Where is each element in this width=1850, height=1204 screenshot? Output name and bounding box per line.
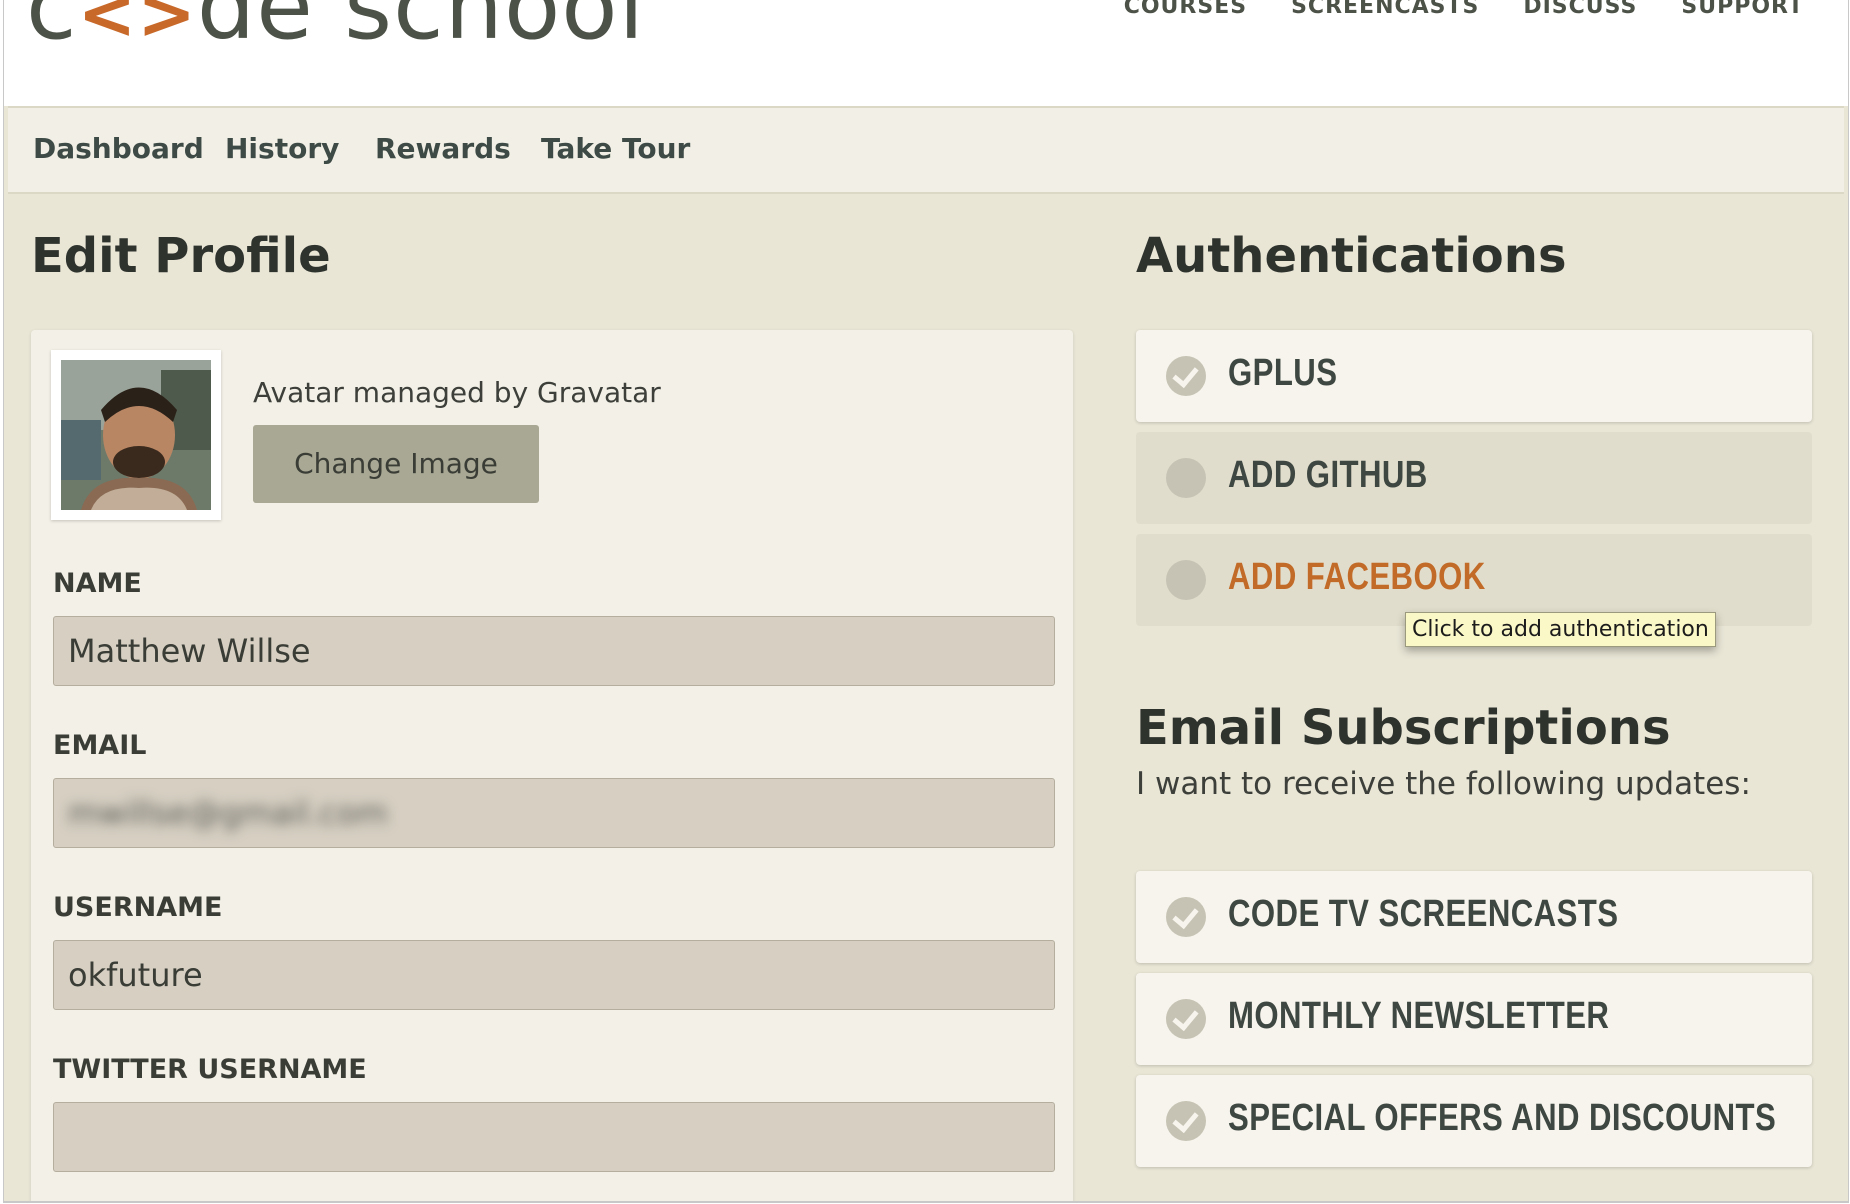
subscription-label: CODE TV SCREENCASTS xyxy=(1228,893,1619,935)
username-field[interactable]: okfuture xyxy=(53,940,1055,1010)
email-label: EMAIL xyxy=(53,730,147,761)
nav-discuss[interactable]: DISCUSS xyxy=(1523,0,1637,19)
sub-code-tv-screencasts[interactable]: CODE TV SCREENCASTS xyxy=(1136,871,1812,963)
top-nav: COURSES SCREENCASTS DISCUSS SUPPORT xyxy=(1124,0,1804,19)
auth-label: ADD FACEBOOK xyxy=(1228,556,1486,598)
name-label: NAME xyxy=(53,568,142,599)
tooltip: Click to add authentication xyxy=(1405,612,1716,647)
nav-courses[interactable]: COURSES xyxy=(1124,0,1247,19)
twitter-username-field[interactable] xyxy=(53,1102,1055,1172)
change-image-button[interactable]: Change Image xyxy=(253,425,539,503)
subnav-dashboard[interactable]: Dashboard xyxy=(33,132,204,165)
username-label: USERNAME xyxy=(53,892,223,923)
check-icon xyxy=(1166,1101,1206,1141)
subnav-take-tour[interactable]: Take Tour xyxy=(541,132,690,165)
logo-brackets: <> xyxy=(77,0,197,52)
name-field[interactable]: Matthew Willse xyxy=(53,616,1055,686)
edit-profile-title: Edit Profile xyxy=(31,228,331,284)
browser-frame: c<>de school COURSES SCREENCASTS DISCUSS… xyxy=(3,0,1849,1203)
avatar-note: Avatar managed by Gravatar xyxy=(253,376,661,409)
sub-nav: Dashboard History Rewards Take Tour xyxy=(8,106,1844,194)
empty-circle-icon xyxy=(1166,560,1206,600)
twitter-username-label: TWITTER USERNAME xyxy=(53,1054,367,1085)
email-value: mwillse@gmail.com xyxy=(68,794,388,832)
auth-gplus[interactable]: GPLUS xyxy=(1136,330,1812,422)
subscription-label: SPECIAL OFFERS AND DISCOUNTS xyxy=(1228,1097,1777,1139)
subnav-history[interactable]: History xyxy=(225,132,339,165)
check-icon xyxy=(1166,356,1206,396)
email-field[interactable]: mwillse@gmail.com xyxy=(53,778,1055,848)
avatar-photo xyxy=(61,360,211,510)
subnav-rewards[interactable]: Rewards xyxy=(375,132,511,165)
check-icon xyxy=(1166,999,1206,1039)
nav-screencasts[interactable]: SCREENCASTS xyxy=(1291,0,1479,19)
email-subscriptions-title: Email Subscriptions xyxy=(1136,700,1671,756)
authentications-title: Authentications xyxy=(1136,228,1567,284)
profile-card: Avatar managed by Gravatar Change Image … xyxy=(31,330,1073,1201)
subscription-label: MONTHLY NEWSLETTER xyxy=(1228,995,1610,1037)
logo-text-b: de school xyxy=(197,0,645,52)
subscriptions-intro: I want to receive the following updates: xyxy=(1136,766,1751,802)
auth-label: ADD GITHUB xyxy=(1228,454,1428,496)
logo-text-a: c xyxy=(26,0,78,52)
auth-add-github[interactable]: ADD GITHUB xyxy=(1136,432,1812,524)
nav-support[interactable]: SUPPORT xyxy=(1681,0,1804,19)
avatar xyxy=(51,350,221,520)
sub-monthly-newsletter[interactable]: MONTHLY NEWSLETTER xyxy=(1136,973,1812,1065)
code-school-logo[interactable]: c<>de school xyxy=(26,0,646,52)
empty-circle-icon xyxy=(1166,458,1206,498)
site-header: c<>de school COURSES SCREENCASTS DISCUSS… xyxy=(4,0,1848,106)
auth-label: GPLUS xyxy=(1228,352,1338,394)
check-icon xyxy=(1166,897,1206,937)
sub-special-offers[interactable]: SPECIAL OFFERS AND DISCOUNTS xyxy=(1136,1075,1812,1167)
